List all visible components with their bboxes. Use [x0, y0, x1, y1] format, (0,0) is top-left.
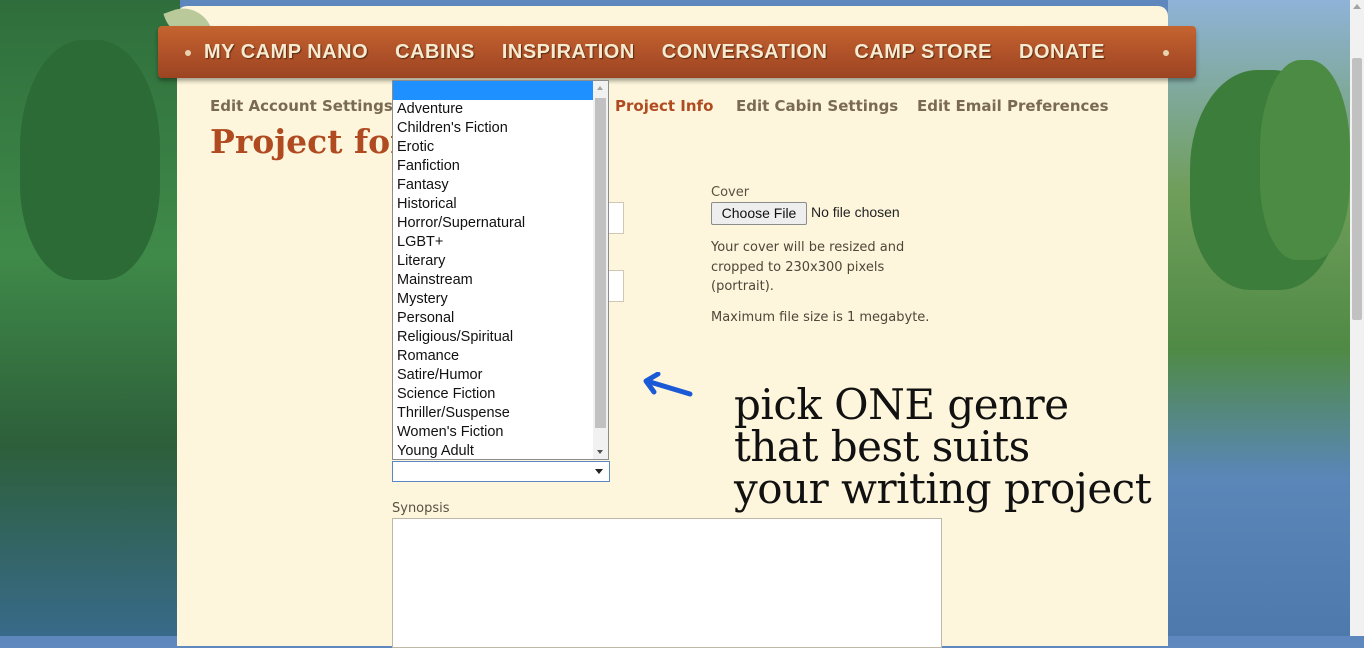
genre-option[interactable]: Horror/Supernatural [393, 214, 608, 233]
choose-file-button[interactable]: Choose File [711, 202, 807, 225]
genre-option[interactable]: Personal [393, 309, 608, 328]
chevron-down-icon [595, 469, 603, 474]
scroll-up-icon[interactable] [597, 86, 603, 90]
tree-decoration [20, 40, 160, 280]
genre-option[interactable] [393, 81, 608, 100]
subnav-edit-cabin[interactable]: Edit Cabin Settings [736, 97, 898, 115]
genre-option[interactable]: Religious/Spiritual [393, 328, 608, 347]
genre-select[interactable] [392, 461, 610, 482]
page-scroll-thumb[interactable] [1352, 58, 1362, 320]
genre-option[interactable]: Satire/Humor [393, 366, 608, 385]
genre-option[interactable]: Historical [393, 195, 608, 214]
synopsis-textarea[interactable] [392, 518, 942, 648]
genre-option[interactable]: Children's Fiction [393, 119, 608, 138]
genre-option[interactable]: Women's Fiction [393, 423, 608, 442]
tree-decoration [1260, 60, 1350, 260]
cover-size-note: Maximum file size is 1 megabyte. [711, 310, 930, 325]
nail-icon [1163, 50, 1169, 56]
cover-label: Cover [711, 185, 750, 200]
synopsis-label: Synopsis [392, 501, 450, 516]
dropdown-scrollbar[interactable] [593, 81, 608, 459]
genre-option[interactable]: Adventure [393, 100, 608, 119]
nav-inspiration[interactable]: INSPIRATION [502, 41, 635, 64]
arrow-icon [643, 372, 693, 397]
main-nav: MY CAMP NANO CABINS INSPIRATION CONVERSA… [158, 26, 1196, 78]
subnav-project-info[interactable]: Project Info [615, 97, 713, 115]
nav-donate[interactable]: DONATE [1019, 41, 1105, 64]
genre-options: Adventure Children's Fiction Erotic Fanfict… [393, 81, 608, 459]
genre-option[interactable]: Science Fiction [393, 385, 608, 404]
genre-dropdown-list[interactable]: Adventure Children's Fiction Erotic Fanfict… [392, 80, 609, 460]
genre-option[interactable]: Fanfiction [393, 157, 608, 176]
genre-option[interactable]: Erotic [393, 138, 608, 157]
nav-my-camp-nano[interactable]: MY CAMP NANO [204, 41, 368, 64]
annotation-line: pick ONE genre [734, 380, 1069, 429]
genre-option[interactable]: LGBT+ [393, 233, 608, 252]
subnav-edit-account[interactable]: Edit Account Settings [210, 97, 393, 115]
scroll-up-icon[interactable] [1353, 4, 1361, 9]
scroll-thumb[interactable] [595, 98, 606, 428]
file-status: No file chosen [811, 204, 900, 220]
genre-option[interactable]: Romance [393, 347, 608, 366]
genre-option[interactable]: Fantasy [393, 176, 608, 195]
genre-option[interactable]: Young Adult [393, 442, 608, 459]
nav-conversation[interactable]: CONVERSATION [662, 41, 828, 64]
subnav-edit-email[interactable]: Edit Email Preferences [917, 97, 1109, 115]
nav-camp-store[interactable]: CAMP STORE [854, 41, 992, 64]
cover-resize-note: Your cover will be resized and cropped t… [711, 240, 905, 294]
page-title: Project for [210, 122, 408, 161]
scroll-down-icon[interactable] [597, 450, 603, 454]
genre-option[interactable]: Mystery [393, 290, 608, 309]
nail-icon [185, 50, 191, 56]
genre-option[interactable]: Mainstream [393, 271, 608, 290]
nav-cabins[interactable]: CABINS [395, 41, 475, 64]
genre-annotation: pick ONE genre that best suits your writ… [734, 380, 1152, 513]
annotation-line: your writing project [734, 464, 1152, 513]
annotation-line: that best suits [734, 422, 1030, 471]
genre-option[interactable]: Thriller/Suspense [393, 404, 608, 423]
page-scrollbar[interactable] [1350, 0, 1364, 636]
genre-option[interactable]: Literary [393, 252, 608, 271]
